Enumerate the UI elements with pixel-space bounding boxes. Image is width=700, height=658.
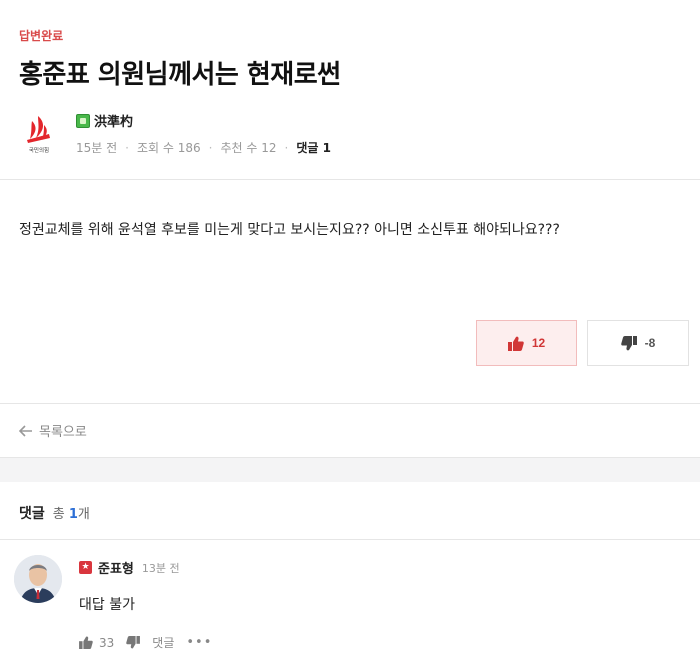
downvote-button[interactable]: -8 [587, 320, 689, 366]
post-time: 15분 전 [76, 141, 118, 155]
separator-dot: · [208, 140, 213, 155]
header-divider [0, 179, 700, 180]
author-info[interactable]: 洪準杓 [76, 111, 133, 130]
post-body: 정권교체를 위해 윤석열 후보를 미는게 맞다고 보시는지요?? 아니면 소신투… [19, 222, 560, 238]
comment-dislike-icon[interactable] [126, 636, 141, 649]
author-logo[interactable]: 국민의힘 [19, 112, 59, 156]
recommend-count: 추천 수 12 [220, 141, 277, 155]
party-logo-icon: 국민의힘 [27, 116, 50, 154]
logo-text: 국민의힘 [29, 146, 49, 154]
star-badge-icon: ★ [79, 561, 92, 574]
post-meta: 15분 전 · 조회 수 186 · 추천 수 12 · 댓글 1 [76, 139, 331, 156]
back-to-list-label: 목록으로 [39, 425, 87, 440]
comments-header: 댓글 총 1개 [19, 503, 90, 523]
comment-more-button[interactable]: ••• [186, 635, 212, 650]
upvote-button[interactable]: 12 [476, 320, 577, 366]
separator-dot: · [284, 140, 289, 155]
author-name[interactable]: 洪準杓 [94, 111, 133, 130]
answer-status-label: 답변완료 [19, 29, 64, 43]
thumbs-down-icon [620, 335, 637, 350]
comment-author-row: ★ 준표형 13분 전 [79, 558, 180, 577]
comments-divider [0, 539, 700, 540]
comments-title: 댓글 [19, 506, 45, 522]
arrow-left-icon [19, 424, 32, 437]
section-spacer [0, 458, 700, 482]
comment-time: 13분 전 [141, 561, 180, 575]
level-badge-icon [76, 113, 90, 128]
comments-total: 총 1개 [52, 507, 90, 522]
separator-dot: · [125, 140, 129, 155]
back-to-list-link[interactable]: 목록으로 [0, 403, 700, 458]
comment-reply-button[interactable]: 댓글 [152, 634, 174, 651]
thumbs-up-icon [507, 336, 524, 351]
comment-like-count: 33 [99, 635, 115, 650]
view-count: 조회 수 186 [137, 141, 201, 155]
comment-actions: 33 댓글 ••• [79, 634, 212, 651]
comment-author-name[interactable]: 준표형 [98, 558, 134, 577]
comment-like-icon[interactable] [79, 636, 93, 649]
downvote-count: -8 [644, 336, 656, 350]
commenter-avatar[interactable] [14, 555, 62, 603]
comment-text: 대답 불가 [79, 597, 135, 613]
post-title: 홍준표 의원님께서는 현재로썬 [19, 60, 341, 90]
avatar-image [14, 555, 62, 603]
comment-count-link[interactable]: 댓글 1 [296, 139, 331, 156]
upvote-count: 12 [531, 336, 546, 350]
